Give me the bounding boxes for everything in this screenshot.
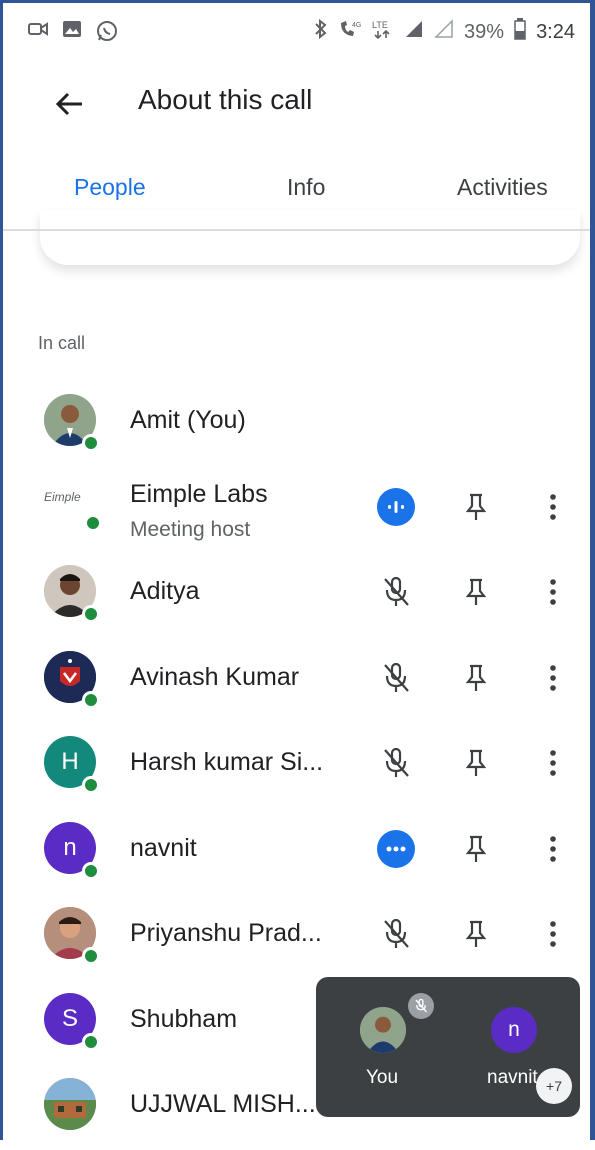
mic-off-icon [408,993,434,1019]
mic-off-icon [377,573,415,611]
more-options-icon[interactable] [534,659,572,697]
presence-dot [82,776,100,794]
participant-row[interactable]: Priyanshu Prad... [0,893,595,979]
signal-icon [404,19,424,45]
battery-percent: 39% [464,20,505,43]
participant-row[interactable]: Avinash Kumar [0,637,595,723]
mic-off-icon [377,744,415,782]
presence-dot [82,605,100,623]
presence-dot [82,1032,100,1051]
presence-dot [82,434,100,452]
signal-icon-2 [434,19,454,45]
tab-activities[interactable]: Activities [457,174,548,201]
more-options-icon[interactable] [534,573,572,611]
speaking-indicator-icon [377,487,415,526]
more-options-icon[interactable] [534,744,572,782]
pin-icon[interactable] [457,573,495,611]
participant-name: Aditya [130,577,200,605]
tab-people[interactable]: People [74,174,146,201]
svg-text:4G: 4G [352,22,361,29]
presence-dot [82,947,100,965]
avatar [44,1078,96,1130]
participant-row[interactable]: n navnit [0,808,595,894]
pip-self-avatar [360,1007,406,1053]
whatsapp-icon [96,20,117,41]
volte-icon: 4G [338,19,362,45]
svg-text:LTE: LTE [372,20,388,30]
mic-off-icon [377,915,415,953]
tabs-divider [0,229,595,231]
participant-name: Harsh kumar Si... [130,748,324,776]
audio-level-icon [377,829,415,868]
participant-name: Priyanshu Prad... [130,919,322,947]
participant-row[interactable]: Eimple Eimple Labs Meeting host [0,466,595,552]
pin-icon[interactable] [457,830,495,868]
more-options-icon[interactable] [534,915,572,953]
participant-name: Avinash Kumar [130,662,300,691]
bluetooth-icon [314,18,328,45]
section-label: In call [38,333,86,353]
lte-icon: LTE [372,19,394,45]
mic-off-icon [377,659,415,697]
pip-navnit-label: navnit [487,1067,538,1088]
clock: 3:24 [536,20,575,43]
pip-self-label: You [366,1067,399,1088]
participant-name: Shubham [130,1004,238,1033]
pin-icon[interactable] [457,488,495,526]
presence-dot [84,513,102,532]
video-icon [28,20,48,38]
more-options-icon[interactable] [534,830,572,868]
participant-row[interactable]: H Harsh kumar Si... [0,722,595,808]
page-title: About this call [138,84,313,115]
participant-name: UJJWAL MISH... [130,1090,316,1118]
participant-name: Eimple Labs [130,479,268,508]
pip-navnit-avatar: n [491,1007,537,1053]
participant-name: navnit [130,833,197,862]
participant-row[interactable]: Aditya [0,551,595,637]
more-participants-badge[interactable]: +7 [536,1068,572,1104]
app-bar: About this call [0,64,595,144]
image-icon [62,20,82,38]
arrow-back-icon[interactable] [52,86,88,122]
pin-icon[interactable] [457,744,495,782]
tab-info[interactable]: Info [287,174,325,201]
participant-row[interactable]: Amit (You) [0,380,595,466]
collapsed-card [40,210,580,265]
presence-dot [82,861,100,880]
avatar: Eimple [44,489,81,504]
participant-name: Amit (You) [130,406,246,434]
pin-icon[interactable] [457,659,495,697]
battery-icon [514,18,526,46]
presence-dot [82,690,100,709]
more-options-icon[interactable] [534,488,572,526]
pin-icon[interactable] [457,915,495,953]
participant-role: Meeting host [130,517,251,541]
status-bar: 4G LTE 39% 3:24 [0,0,595,64]
